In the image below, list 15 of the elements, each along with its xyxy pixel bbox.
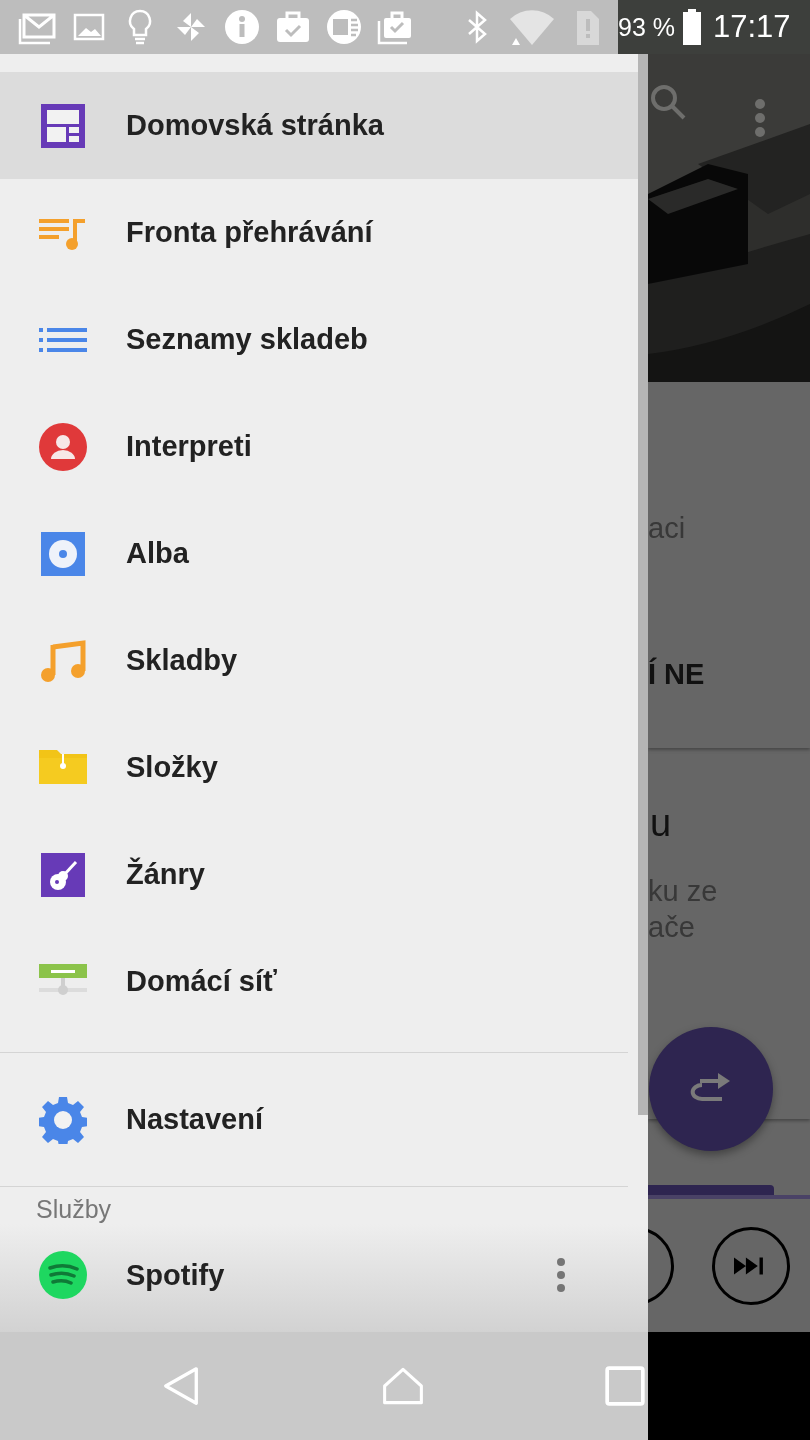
drawer-item[interactable]: Domovská stránka [0,72,638,179]
clock-time: 17:17 [713,9,791,45]
drawer-item[interactable]: Skladby [0,607,638,714]
battery-percent: 93 % [618,12,675,42]
drawer-item[interactable]: Spotify [0,1225,638,1325]
drawer-item[interactable]: Alba [0,500,638,607]
drawer-item[interactable]: Nastavení [0,1053,638,1186]
drawer-item[interactable]: Interpreti [0,393,638,500]
drawer-item[interactable]: Složky [0,714,638,821]
drawer-item[interactable]: Žánry [0,821,638,928]
drawer-item[interactable]: Seznamy skladeb [0,286,638,393]
section-title: Služby [35,1194,112,1225]
drawer-item[interactable]: Domácí síť [0,928,638,1035]
card-title: u [649,802,672,845]
drawer-item[interactable]: Fronta přehrávání [0,179,638,286]
